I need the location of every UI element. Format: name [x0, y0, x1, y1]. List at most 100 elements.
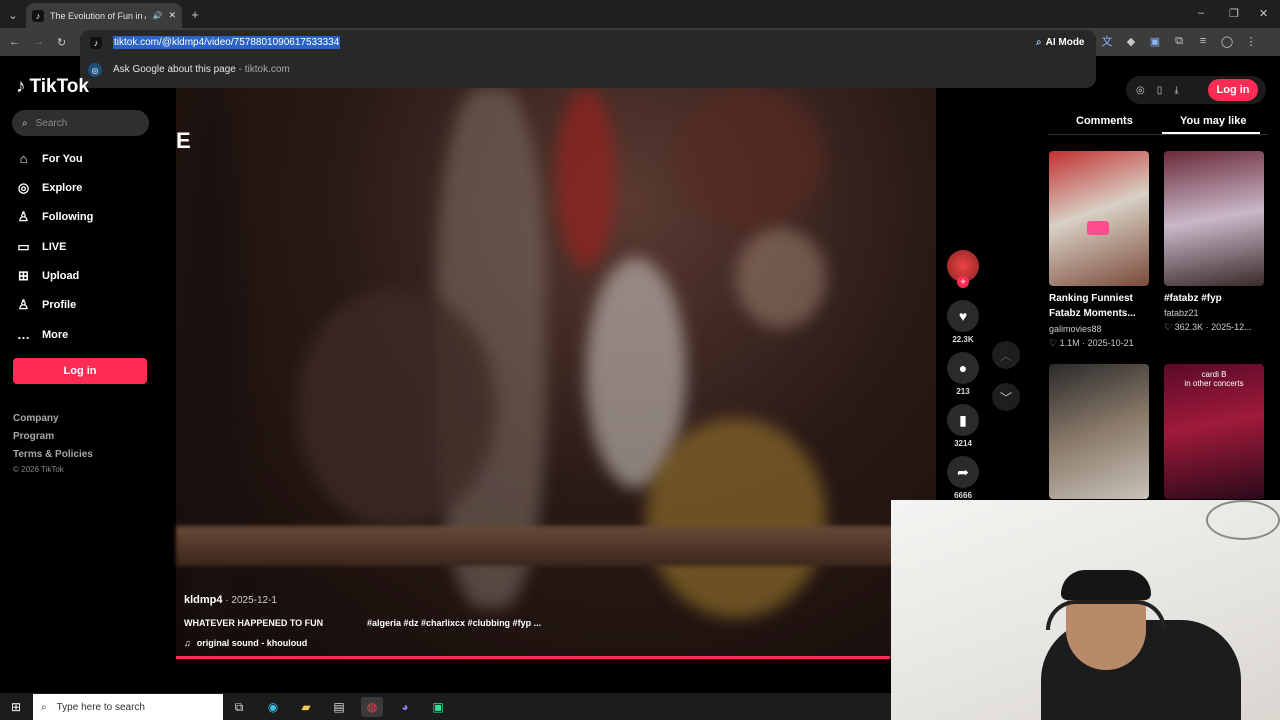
file-explorer-icon[interactable]: ▰ [295, 697, 317, 717]
tab-list-chevron-icon[interactable]: ⌄ [6, 8, 20, 22]
extension-diamond-icon[interactable]: ◆ [1124, 34, 1138, 48]
comment-count: 213 [956, 387, 970, 396]
share-action[interactable]: ➦ 6666 [946, 456, 980, 500]
speaker-icon[interactable]: 🔊 [152, 11, 162, 20]
back-arrow-icon[interactable]: ← [9, 36, 20, 48]
author-name[interactable]: kldmp4 [184, 594, 223, 606]
translate-icon[interactable]: 文 [1100, 34, 1114, 48]
home-icon: ⌂ [19, 151, 28, 166]
recommended-meta-2: ♡ 362.3K · 2025-12... [1164, 322, 1252, 332]
tab-close-icon[interactable]: ✕ [168, 10, 176, 21]
heart-icon[interactable]: ♥ [947, 300, 979, 332]
restore-icon[interactable]: ❐ [1229, 7, 1239, 20]
sidebar-item-label: Explore [42, 181, 83, 194]
recommended-thumb-3[interactable] [1049, 364, 1149, 499]
like-action[interactable]: ♥ 22.3K [946, 300, 980, 344]
profile-avatar-icon[interactable]: ◯ [1220, 34, 1234, 48]
header-login-button[interactable]: Log in [1208, 79, 1258, 101]
comment-bubble-icon[interactable]: ● [947, 352, 979, 384]
windows-start-icon[interactable]: ⊞ [5, 697, 27, 717]
card-title-line: Fatabz Moments... [1049, 308, 1136, 319]
sidebar-item-live[interactable]: ▭ LIVE [16, 239, 66, 254]
ai-mode-button[interactable]: ⌕ AI Mode [1030, 34, 1091, 50]
window-close-icon[interactable]: ✕ [1259, 7, 1268, 20]
sidebar-item-following[interactable]: ♙ Following [16, 209, 94, 224]
minimize-icon[interactable]: – [1198, 7, 1204, 19]
footer-link-program[interactable]: Program [13, 431, 54, 442]
video-player[interactable]: E [176, 88, 936, 660]
store-icon[interactable]: ▤ [328, 697, 350, 717]
site-favicon-icon: ♪ [90, 37, 102, 49]
search-placeholder: Search [35, 117, 68, 129]
previous-video-chevron-up-icon[interactable]: ︿ [992, 341, 1020, 369]
sidebar-item-upload[interactable]: ⊞ Upload [16, 268, 79, 283]
footer-link-company[interactable]: Company [13, 413, 59, 424]
tab-title: The Evolution of Fun in Alg [50, 10, 146, 21]
next-video-chevron-down-icon[interactable]: ﹀ [992, 383, 1020, 411]
download-icon[interactable]: ⤓ [1174, 85, 1178, 96]
tab-comments[interactable]: Comments [1076, 115, 1133, 127]
task-view-icon[interactable]: ⧉ [228, 697, 250, 717]
thumb-pink-top [1087, 221, 1109, 235]
recommended-thumb-4[interactable]: cardi B in other concerts [1164, 364, 1264, 499]
sidebar-item-for-you[interactable]: ⌂ For You [16, 151, 83, 166]
share-arrow-icon[interactable]: ➦ [947, 456, 979, 488]
recommended-title-1[interactable]: Ranking Funniest Fatabz Moments... [1049, 291, 1136, 321]
media-controls-icon[interactable]: ≡ [1196, 34, 1210, 48]
sidebar-login-button[interactable]: Log in [13, 358, 147, 384]
new-tab-plus-icon[interactable]: + [188, 7, 202, 22]
recommended-author-1[interactable]: galimovies88 [1049, 324, 1102, 334]
copyright-text: © 2026 TikTok [13, 465, 64, 474]
tiktok-logo[interactable]: ♪ TikTok [16, 76, 89, 98]
save-count: 3214 [954, 439, 972, 448]
suggestion-text: Ask Google about this page [113, 64, 236, 75]
follow-plus-icon[interactable]: + [957, 276, 969, 288]
browser-tab[interactable]: ♪ The Evolution of Fun in Alg 🔊 ✕ [26, 3, 182, 28]
recommended-thumb-2[interactable] [1164, 151, 1264, 286]
phone-icon[interactable]: ▯ [1157, 85, 1163, 96]
video-hashtags[interactable]: #algeria #dz #charlixcx #clubbing #fyp .… [367, 618, 541, 628]
sidebar-item-label: Following [42, 210, 94, 223]
chrome-icon[interactable]: ◍ [361, 697, 383, 717]
recommended-thumb-1[interactable] [1049, 151, 1149, 286]
taskbar-search-input[interactable]: ⌕ Type here to search [33, 694, 223, 720]
sidebar-item-more[interactable]: … More [16, 327, 68, 342]
webcam-wall-fixture [1206, 500, 1280, 540]
video-progress-bar[interactable] [176, 656, 890, 659]
forward-arrow-icon[interactable]: → [33, 36, 44, 48]
extension-image-icon[interactable]: ▣ [1148, 34, 1162, 48]
extensions-bar: 文 ◆ ▣ ⧉ ≡ ◯ ⋮ [1100, 34, 1258, 49]
reload-icon[interactable]: ↻ [57, 36, 66, 49]
sidebar-item-label: Profile [42, 298, 77, 311]
video-sound[interactable]: ♫ original sound - khouloud [184, 638, 307, 648]
browser-menu-icon[interactable]: ⋮ [1244, 34, 1258, 48]
webcam-overlay [891, 500, 1280, 720]
share-count: 6666 [954, 491, 972, 500]
suggestion-domain: tiktok.com [244, 64, 290, 75]
sidebar-item-explore[interactable]: ◎ Explore [16, 180, 83, 195]
ai-mode-label: AI Mode [1045, 36, 1085, 48]
discord-icon[interactable]: ◕ [394, 697, 416, 717]
address-bar-input[interactable]: tiktok.com/@kldmp4/video/757880109061753… [113, 36, 341, 49]
bookmark-icon[interactable]: ▮ [947, 404, 979, 436]
compass-icon[interactable]: ◎ [1136, 85, 1145, 96]
extensions-puzzle-icon[interactable]: ⧉ [1172, 34, 1186, 48]
tab-you-may-like[interactable]: You may like [1180, 115, 1246, 127]
android-app-icon[interactable]: ▣ [427, 697, 449, 717]
recommended-title-2[interactable]: #fatabz #fyp [1164, 291, 1222, 306]
video-person-yellow [646, 418, 826, 618]
more-icon: … [17, 327, 30, 342]
sidebar-item-profile[interactable]: ♙ Profile [16, 297, 77, 312]
comment-action[interactable]: ● 213 [946, 352, 980, 396]
video-red-curtain [556, 88, 616, 268]
webcam-person-hair [1061, 570, 1151, 600]
like-count: 22.3K [952, 335, 974, 344]
edge-browser-icon[interactable]: ◉ [262, 697, 284, 717]
omnibox-suggestion[interactable]: Ask Google about this page - tiktok.com [113, 64, 290, 75]
search-input[interactable]: ⌕ Search [12, 110, 149, 136]
save-action[interactable]: ▮ 3214 [946, 404, 980, 448]
video-dancer-left [296, 288, 496, 528]
video-author[interactable]: kldmp4 · 2025-12-1 [184, 594, 277, 606]
recommended-author-2[interactable]: fatabz21 [1164, 308, 1199, 318]
footer-link-terms[interactable]: Terms & Policies [13, 449, 93, 460]
